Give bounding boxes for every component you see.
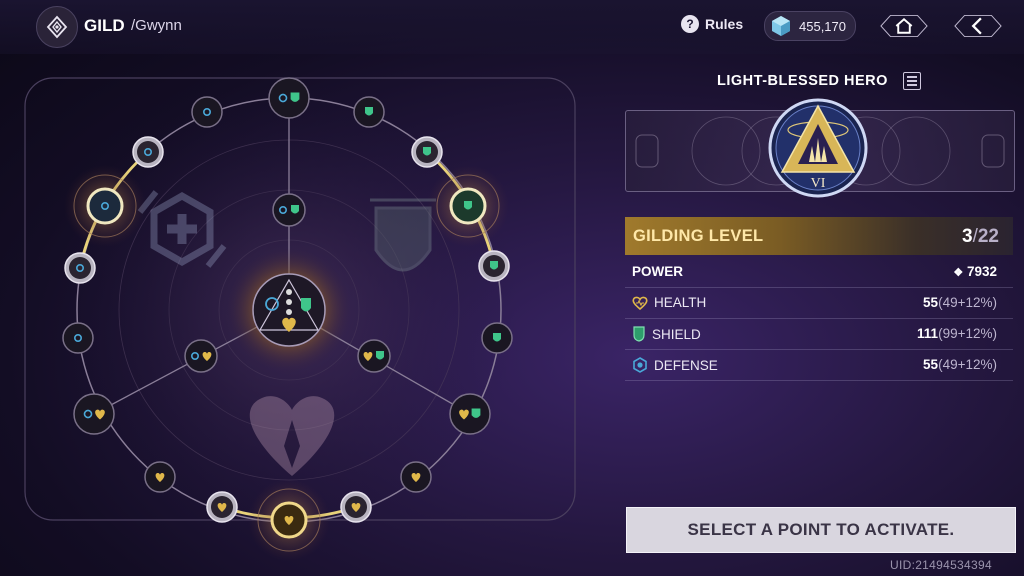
shield-icon (423, 147, 431, 156)
activate-button[interactable]: SELECT A POINT TO ACTIVATE. (626, 507, 1016, 553)
crystal-cube-icon (769, 14, 793, 38)
shield-icon (376, 351, 384, 360)
gilding-label: GILDING LEVEL (633, 227, 764, 245)
stat-row-power: POWER ❖ 7932 (625, 256, 1013, 288)
defense-label: DEFENSE (654, 357, 718, 373)
gilding-level-bar: GILDING LEVEL 3/22 (625, 217, 1013, 255)
shield-icon (291, 205, 299, 214)
node-ring-11[interactable] (144, 461, 176, 493)
node-left-active[interactable] (64, 165, 146, 247)
node-inner-top[interactable] (272, 193, 306, 227)
list-icon[interactable] (903, 72, 921, 90)
currency-counter[interactable]: 455,170 (764, 11, 856, 41)
stat-row-defense: DEFENSE 55(49+12%) (625, 349, 1013, 381)
node-ring-10[interactable] (449, 393, 491, 435)
defense-value: 55 (923, 357, 939, 372)
health-value: 55 (923, 295, 939, 310)
gilding-current: 3 (962, 226, 973, 247)
back-button[interactable] (953, 12, 1003, 40)
shield-icon (633, 326, 645, 342)
defense-icon (633, 357, 647, 373)
gild-tree (24, 77, 576, 561)
node-ring-13[interactable] (206, 491, 238, 523)
gilding-level: 3/22 (962, 226, 999, 248)
node-ring-5[interactable] (64, 252, 96, 284)
currency-amount: 455,170 (799, 18, 846, 34)
shield-value: 111 (917, 326, 939, 341)
shield-icon (290, 92, 300, 102)
stat-row-shield: SHIELD 111(99+12%) (625, 318, 1013, 350)
help-icon: ? (681, 15, 699, 33)
rules-label: Rules (705, 16, 744, 32)
defense-bonus: (49+12%) (938, 357, 997, 372)
node-ring-6[interactable] (478, 250, 510, 282)
node-ring-12[interactable] (400, 461, 432, 493)
node-right-active[interactable] (427, 165, 509, 247)
rules-button[interactable]: ? Rules (681, 15, 743, 33)
health-label: HEALTH (654, 295, 707, 310)
shield-icon (493, 333, 501, 342)
hero-rank: VI (811, 176, 826, 191)
uid-label: UID:21494534394 (890, 558, 992, 572)
home-button[interactable] (879, 12, 929, 40)
chevron-left-icon (971, 17, 982, 35)
shield-icon (471, 408, 481, 418)
node-center[interactable] (252, 273, 326, 347)
hero-name: LIGHT-BLESSED HERO (717, 73, 888, 89)
node-ring-1[interactable] (191, 96, 223, 128)
shield-icon (490, 261, 498, 270)
node-ring-14[interactable] (340, 491, 372, 523)
node-ring-4[interactable] (411, 136, 443, 168)
health-bonus: (49+12%) (938, 295, 997, 310)
power-diamond-icon: ❖ (953, 267, 964, 279)
power-value-wrap: ❖ 7932 (953, 264, 997, 279)
hero-rank-emblem: VI (768, 98, 868, 198)
node-inner-right[interactable] (357, 339, 391, 373)
heart-icon (632, 296, 648, 310)
shield-icon (464, 201, 472, 210)
home-icon (895, 17, 913, 34)
node-ring-2[interactable] (353, 96, 385, 128)
node-ring-9[interactable] (73, 393, 115, 435)
node-ring-7[interactable] (62, 322, 94, 354)
node-ring-8[interactable] (481, 322, 513, 354)
shield-bonus: (99+12%) (938, 326, 997, 341)
power-value: 7932 (966, 264, 997, 279)
shield-icon (365, 107, 373, 116)
power-label: POWER (632, 264, 684, 279)
node-ring-3[interactable] (132, 136, 164, 168)
stat-row-health: HEALTH 55(49+12%) (625, 287, 1013, 319)
node-bottom-active[interactable] (248, 479, 330, 561)
node-inner-left[interactable] (184, 339, 218, 373)
gilding-max: 22 (977, 226, 999, 247)
node-top[interactable] (268, 77, 310, 119)
shield-label: SHIELD (652, 326, 701, 342)
